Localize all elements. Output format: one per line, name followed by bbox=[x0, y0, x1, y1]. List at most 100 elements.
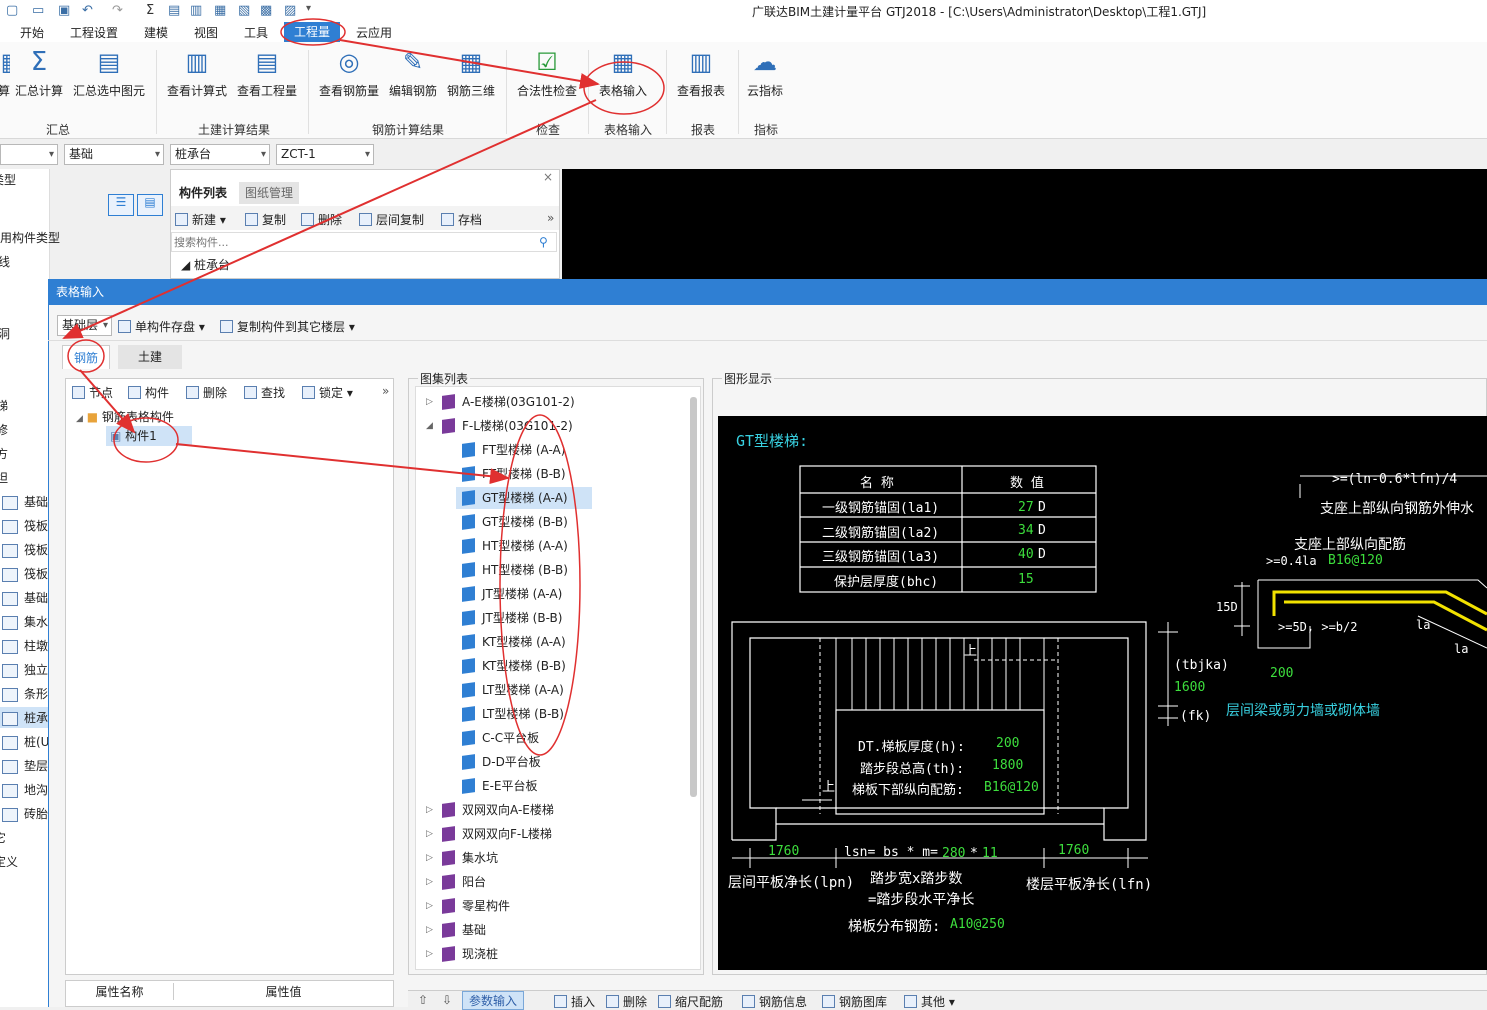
sum-calc-button[interactable]: Σ 汇总计算 bbox=[14, 48, 64, 99]
nav-item[interactable]: 方 bbox=[0, 445, 8, 462]
scale-rebar-button[interactable]: 缩尺配筋 bbox=[658, 993, 723, 1010]
floor-select[interactable] bbox=[0, 144, 58, 165]
atlas-list-item[interactable]: FT型楼梯 (B-B) bbox=[456, 463, 592, 485]
view-formula-button[interactable]: ▥ 查看计算式 bbox=[166, 48, 228, 99]
param-value-la3[interactable]: 40 bbox=[1018, 547, 1034, 562]
lock-button[interactable]: 锁定 ▾ bbox=[302, 384, 353, 401]
menu-quantities[interactable]: 工程量 bbox=[284, 22, 341, 42]
nav-item-column-pier[interactable]: 柱墩 bbox=[2, 637, 48, 654]
rebar-3d-button[interactable]: ▦ 钢筋三维 bbox=[446, 48, 496, 99]
expand-icon[interactable]: ▷ bbox=[426, 799, 433, 821]
tread-width-value[interactable]: 280 bbox=[942, 846, 965, 861]
width-value[interactable]: 200 bbox=[1270, 666, 1293, 681]
open-file-icon[interactable]: ▭ bbox=[32, 3, 44, 18]
tab-component-list[interactable]: 构件列表 bbox=[173, 182, 234, 204]
move-up-icon[interactable]: ⇧ bbox=[418, 993, 428, 1007]
insert-button[interactable]: 插入 bbox=[554, 993, 595, 1010]
more-icon[interactable]: » bbox=[547, 211, 554, 225]
param-value-la1[interactable]: 27 bbox=[1018, 500, 1034, 515]
view-quantity-button[interactable]: ▤ 查看工程量 bbox=[236, 48, 298, 99]
redo-icon[interactable]: ↷ bbox=[112, 3, 123, 18]
tree-delete-button[interactable]: 删除 bbox=[186, 384, 227, 401]
tab-civil[interactable]: 土建 bbox=[118, 345, 182, 369]
search-doc-icon[interactable]: ▥ bbox=[190, 3, 202, 18]
atlas-list-item[interactable]: JT型楼梯 (A-A) bbox=[456, 583, 592, 605]
expand-icon[interactable]: ▷ bbox=[426, 895, 433, 917]
menu-view[interactable]: 视图 bbox=[194, 24, 218, 41]
bottom-delete-button[interactable]: 删除 bbox=[606, 993, 647, 1010]
move-down-icon[interactable]: ⇩ bbox=[442, 993, 452, 1007]
save-single-button[interactable]: 单构件存盘 ▾ bbox=[118, 318, 205, 335]
nav-item-pile[interactable]: 桩(U bbox=[2, 733, 49, 750]
tab-drawing-management[interactable]: 图纸管理 bbox=[239, 182, 300, 204]
nav-item[interactable]: 洞 bbox=[0, 325, 10, 342]
find-button[interactable]: 查找 bbox=[244, 384, 285, 401]
menu-cloud[interactable]: 云应用 bbox=[356, 24, 392, 41]
rebar-info-button[interactable]: 钢筋信息 bbox=[742, 993, 807, 1010]
table-icon[interactable]: ▧ bbox=[238, 3, 250, 18]
nav-item-trench[interactable]: 地沟 bbox=[2, 781, 48, 798]
menu-project-settings[interactable]: 工程设置 bbox=[70, 24, 118, 41]
atlas-group-item[interactable]: ▷ 基础 bbox=[416, 919, 686, 941]
delete-button[interactable]: 删除 bbox=[301, 211, 342, 228]
rebar-library-button[interactable]: 钢筋图库 bbox=[822, 993, 887, 1010]
atlas-group-item[interactable]: ▷ 阳台 bbox=[416, 871, 686, 893]
menu-start[interactable]: 开始 bbox=[20, 24, 44, 41]
tree-item-component[interactable]: ▣ 构件1 bbox=[106, 426, 192, 446]
nav-item-foundation[interactable]: 基础 bbox=[2, 493, 48, 510]
menu-tools[interactable]: 工具 bbox=[244, 24, 268, 41]
expand-icon[interactable]: ▷ bbox=[426, 391, 433, 413]
more-icon[interactable]: » bbox=[382, 384, 389, 398]
nav-item[interactable]: 坦 bbox=[0, 469, 8, 486]
atlas-group-item[interactable]: ▷ 双网双向F-L楼梯 bbox=[416, 823, 686, 845]
undo-icon[interactable]: ↶ bbox=[82, 3, 93, 18]
other-button[interactable]: 其他 ▾ bbox=[904, 993, 955, 1010]
export-icon[interactable]: ▨ bbox=[284, 3, 296, 18]
expand-icon[interactable]: ▷ bbox=[426, 871, 433, 893]
new-file-icon[interactable]: ▢ bbox=[6, 3, 18, 18]
atlas-list-item[interactable]: C-C平台板 bbox=[456, 727, 592, 749]
customize-icon[interactable]: ▾ bbox=[306, 3, 311, 14]
component-button[interactable]: 构件 bbox=[128, 384, 169, 401]
nav-item-cushion[interactable]: 垫层 bbox=[2, 757, 48, 774]
expand-icon[interactable]: ▷ bbox=[426, 919, 433, 941]
param-value-bhc[interactable]: 15 bbox=[1018, 572, 1034, 587]
grid-icon[interactable]: ▩ bbox=[260, 3, 272, 18]
lfn-value[interactable]: 1760 bbox=[1058, 843, 1089, 858]
node-button[interactable]: 节点 bbox=[72, 384, 113, 401]
atlas-list-item[interactable]: LT型楼梯 (B-B) bbox=[456, 703, 592, 725]
expand-icon[interactable]: ▷ bbox=[426, 823, 433, 845]
collapse-icon[interactable]: ◢ bbox=[426, 415, 433, 437]
param-input-button[interactable]: 参数输入 bbox=[462, 991, 525, 1010]
nav-item-strip[interactable]: 条形 bbox=[2, 685, 48, 702]
close-icon[interactable]: × bbox=[543, 170, 553, 184]
copy-button[interactable]: 复制 bbox=[245, 211, 286, 228]
atlas-list-item[interactable]: D-D平台板 bbox=[456, 751, 592, 773]
new-button[interactable]: 新建 ▾ bbox=[175, 211, 226, 228]
atlas-group-item[interactable]: ▷ 现浇桩 bbox=[416, 943, 686, 965]
tab-rebar[interactable]: 钢筋 bbox=[62, 345, 110, 369]
menu-modeling[interactable]: 建模 bbox=[144, 24, 168, 41]
nav-item-sump[interactable]: 集水 bbox=[2, 613, 48, 630]
nav-item[interactable]: 修 bbox=[0, 421, 8, 438]
nav-item-brick-mold[interactable]: 砖胎 bbox=[2, 805, 48, 822]
thickness-value[interactable]: 200 bbox=[996, 736, 1019, 751]
copy-to-floors-button[interactable]: 复制构件到其它楼层 ▾ bbox=[220, 318, 355, 335]
atlas-group-item[interactable]: ▷ 双网双向A-E楼梯 bbox=[416, 799, 686, 821]
atlas-list-item[interactable]: HT型楼梯 (A-A) bbox=[456, 535, 592, 557]
tbjka-value[interactable]: 1600 bbox=[1174, 680, 1205, 695]
param-value-la2[interactable]: 34 bbox=[1018, 523, 1034, 538]
bottom-rebar-value[interactable]: B16@120 bbox=[984, 780, 1039, 795]
model-canvas[interactable] bbox=[562, 169, 1487, 279]
tree-root[interactable]: ◢ 桩承台 bbox=[181, 256, 230, 273]
report-icon[interactable]: ▤ bbox=[168, 3, 180, 18]
expand-icon[interactable]: ▷ bbox=[426, 943, 433, 965]
nav-item-pile-cap[interactable]: 桩承 bbox=[0, 707, 50, 728]
atlas-list-item[interactable]: E-E平台板 bbox=[456, 775, 592, 797]
atlas-group-item[interactable]: ▷ 零星构件 bbox=[416, 895, 686, 917]
nav-item[interactable]: 定义 bbox=[0, 853, 18, 870]
atlas-list-item[interactable]: HT型楼梯 (B-B) bbox=[456, 559, 592, 581]
tree-folder[interactable]: ◢ ■ 钢筋表格构件 bbox=[76, 408, 174, 425]
sum-selected-button[interactable]: ▤ 汇总选中图元 bbox=[72, 48, 146, 99]
atlas-list-item[interactable]: KT型楼梯 (A-A) bbox=[456, 631, 592, 653]
